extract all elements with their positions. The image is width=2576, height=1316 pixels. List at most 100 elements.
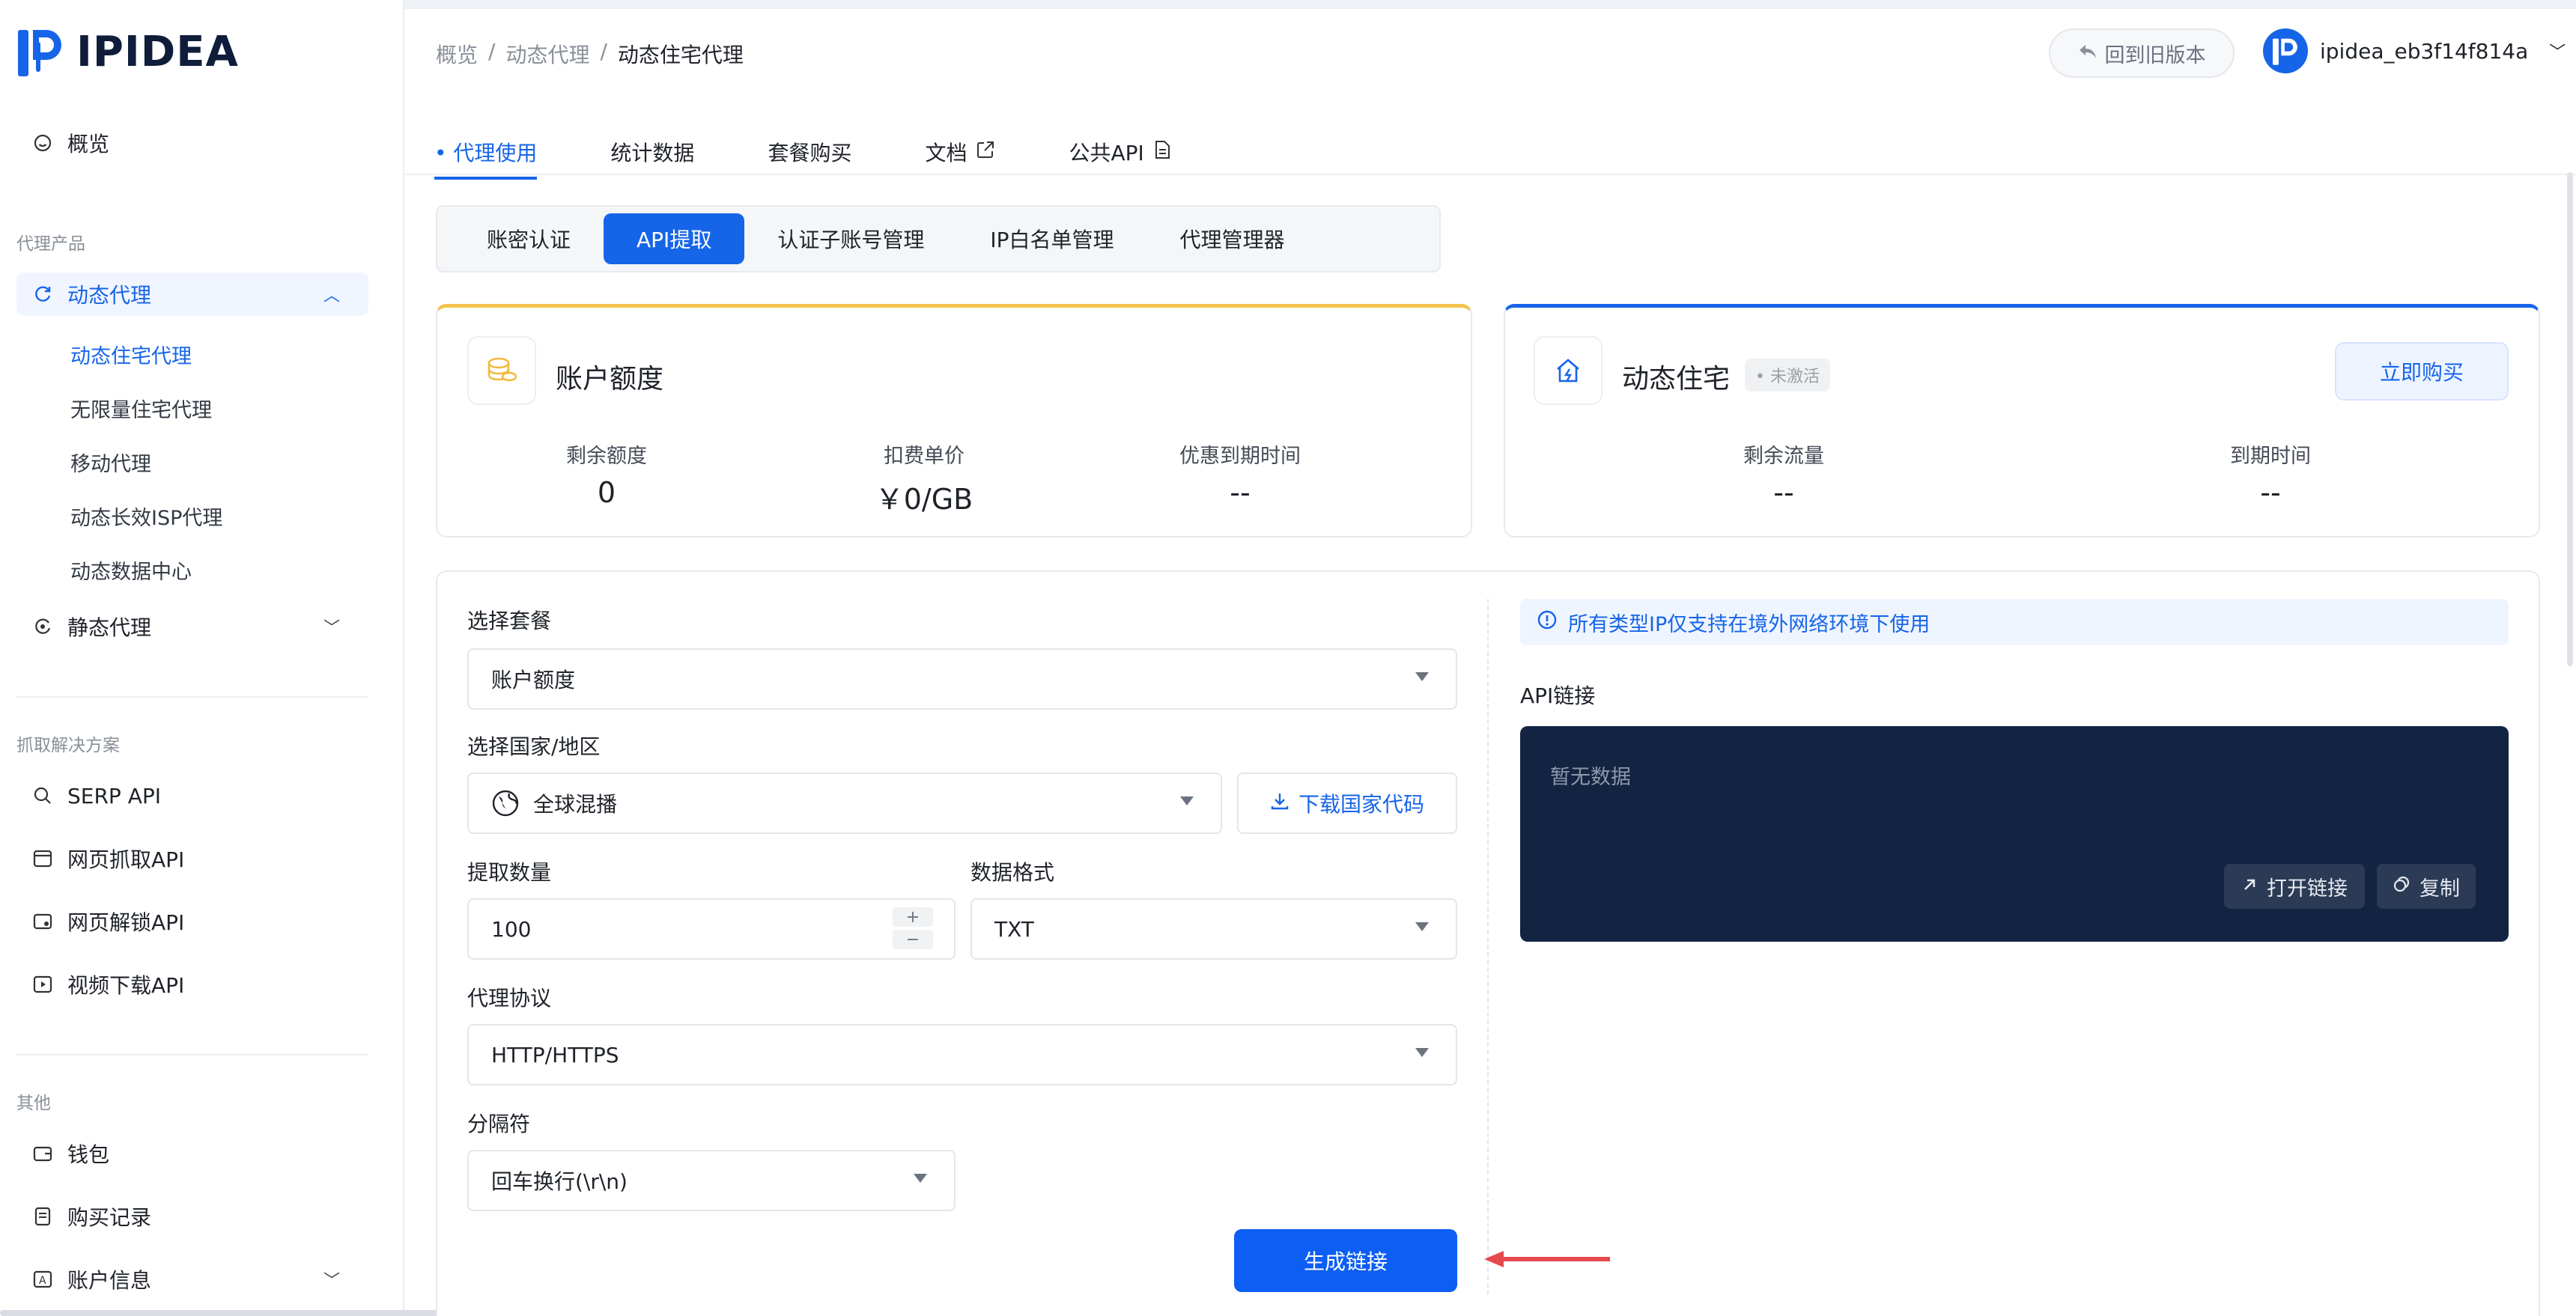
dynamic-residential-card: 动态住宅 • 未激活 立即购买 剩余流量 -- 到期时间 -- — [1504, 304, 2540, 537]
sidebar-sub-mobile[interactable]: 移动代理 — [70, 448, 151, 477]
protocol-select[interactable]: HTTP/HTTPS — [467, 1024, 1457, 1085]
sidebar-item-unlocker-api[interactable]: 网页解锁API — [16, 900, 368, 943]
country-select[interactable]: 全球混播 — [467, 773, 1222, 834]
vertical-scrollbar[interactable] — [2567, 172, 2573, 666]
buy-now-button[interactable]: 立即购买 — [2335, 342, 2509, 400]
segment-proxy-manager[interactable]: 代理管理器 — [1147, 213, 1318, 264]
download-country-codes-button[interactable]: 下载国家代码 — [1237, 773, 1457, 834]
api-empty-text: 暂无数据 — [1550, 766, 1631, 789]
segment-sub-account[interactable]: 认证子账号管理 — [744, 213, 957, 264]
protocol-select-value: HTTP/HTTPS — [491, 1042, 619, 1067]
sidebar-divider — [16, 696, 368, 698]
sidebar-item-account-info[interactable]: A 账户信息 ﹀ — [16, 1258, 368, 1301]
tab-statistics[interactable]: 统计数据 — [610, 133, 694, 171]
stat-label: 到期时间 — [2230, 445, 2311, 468]
tab-proxy-usage[interactable]: • 代理使用 — [434, 133, 538, 180]
extraction-method-segments: 账密认证 API提取 认证子账号管理 IP白名单管理 代理管理器 — [436, 205, 1441, 272]
unlock-icon — [33, 912, 52, 931]
sidebar-item-label: 购买记录 — [67, 1205, 152, 1230]
sidebar-item-orders[interactable]: 购买记录 — [16, 1195, 368, 1238]
open-link-label: 打开链接 — [2267, 877, 2348, 901]
package-label: 选择套餐 — [467, 609, 552, 633]
sidebar-item-label: 网页抓取API — [67, 847, 185, 872]
tab-package-purchase[interactable]: 套餐购买 — [768, 133, 851, 171]
sidebar-sub-residential[interactable]: 动态住宅代理 — [70, 340, 192, 369]
stat-discount-expiry: 优惠到期时间 -- — [1120, 439, 1360, 509]
group-label-proxy: 代理产品 — [16, 234, 85, 254]
download-icon — [1270, 791, 1289, 816]
api-link-label: API链接 — [1520, 683, 1596, 708]
sidebar-sub-datacenter[interactable]: 动态数据中心 — [70, 555, 192, 585]
tab-docs[interactable]: 文档 — [925, 133, 995, 171]
video-icon — [33, 975, 52, 994]
red-arrow-annotation — [1483, 1246, 1612, 1275]
logo[interactable]: IPIDEA — [18, 27, 239, 76]
stat-expiry-time: 到期时间 -- — [2151, 439, 2390, 509]
tab-label: 套餐购买 — [768, 141, 852, 165]
sidebar-item-scraper-api[interactable]: 网页抓取API — [16, 837, 368, 880]
coins-icon — [467, 336, 536, 405]
id-card-icon: A — [33, 1270, 52, 1289]
stat-value: ￥0/GB — [875, 483, 973, 516]
quantity-stepper[interactable]: 100 + − — [467, 898, 956, 960]
sidebar-item-label: 网页解锁API — [67, 910, 185, 935]
sidebar-divider — [16, 1054, 368, 1055]
open-link-button[interactable]: 打开链接 — [2224, 864, 2365, 909]
country-select-value: 全球混播 — [533, 792, 618, 817]
document-icon — [1153, 140, 1171, 165]
sidebar-item-overview[interactable]: 概览 — [16, 121, 368, 165]
residential-house-icon — [1534, 336, 1603, 405]
generate-link-button[interactable]: 生成链接 — [1234, 1229, 1457, 1292]
package-select[interactable]: 账户额度 — [467, 648, 1457, 710]
notice-text: 所有类型IP仅支持在境外网络环境下使用 — [1568, 612, 1931, 636]
copy-button[interactable]: 复制 — [2377, 864, 2476, 909]
breadcrumb-overview[interactable]: 概览 — [436, 39, 478, 69]
segment-api-extract[interactable]: API提取 — [604, 213, 745, 264]
decrement-button[interactable]: − — [893, 930, 933, 949]
card-title: 账户额度 — [556, 364, 664, 395]
increment-button[interactable]: + — [893, 907, 933, 927]
download-button-label: 下载国家代码 — [1298, 792, 1424, 817]
breadcrumb-separator: / — [488, 39, 496, 64]
sidebar-item-label: 账户信息 — [67, 1268, 152, 1293]
sidebar-item-wallet[interactable]: 钱包 — [16, 1132, 368, 1175]
group-label-other: 其他 — [16, 1094, 51, 1113]
user-menu[interactable]: ipidea_eb3f14f814a ﹀ — [2263, 28, 2566, 73]
group-label-scrape: 抓取解决方案 — [16, 736, 120, 755]
back-to-old-version-button[interactable]: 回到旧版本 — [2049, 28, 2235, 78]
caret-down-icon — [1180, 796, 1194, 805]
reply-icon — [2078, 42, 2097, 65]
external-link-icon — [976, 140, 995, 165]
segment-password-auth[interactable]: 账密认证 — [454, 213, 604, 264]
quantity-label: 提取数量 — [467, 860, 552, 885]
sidebar: IPIDEA 概览 代理产品 动态代理 ︿ 动态住宅代理 无限量住宅代理 移动代… — [0, 0, 404, 1316]
refresh-icon — [33, 284, 52, 304]
separator-select[interactable]: 回车换行(\r\n) — [467, 1150, 956, 1211]
stat-remaining-traffic: 剩余流量 -- — [1664, 439, 1904, 509]
sidebar-sub-unlimited[interactable]: 无限量住宅代理 — [70, 394, 212, 423]
format-select[interactable]: TXT — [970, 898, 1457, 960]
smile-icon — [33, 133, 52, 153]
sidebar-item-dynamic-proxy[interactable]: 动态代理 ︿ — [16, 272, 368, 316]
caret-down-icon — [1415, 672, 1429, 681]
main-tabs: • 代理使用 统计数据 套餐购买 文档 公共API — [434, 133, 1245, 180]
search-icon — [33, 786, 52, 805]
browser-icon — [33, 849, 52, 868]
wallet-icon — [33, 1144, 52, 1163]
sidebar-item-static-proxy[interactable]: 静态代理 ﹀ — [16, 605, 368, 648]
account-balance-card: 账户额度 剩余额度 0 扣费单价 ￥0/GB 优惠到期时间 -- — [436, 304, 1472, 537]
sidebar-item-label: 概览 — [67, 132, 110, 156]
breadcrumb-dynamic-proxy[interactable]: 动态代理 — [505, 39, 589, 69]
sidebar-item-serp-api[interactable]: SERP API — [16, 774, 368, 817]
caret-down-icon — [1415, 1048, 1429, 1057]
quantity-value: 100 — [491, 916, 532, 942]
breadcrumb-current: 动态住宅代理 — [617, 43, 744, 67]
arrow-up-right-icon — [2241, 875, 2258, 898]
sidebar-item-video-api[interactable]: 视频下载API — [16, 963, 368, 1006]
sidebar-sub-isp[interactable]: 动态长效ISP代理 — [70, 502, 222, 531]
tab-public-api[interactable]: 公共API — [1069, 133, 1170, 171]
stat-label: 优惠到期时间 — [1179, 445, 1301, 468]
segment-ip-whitelist[interactable]: IP白名单管理 — [957, 213, 1146, 264]
sidebar-item-label: 钱包 — [67, 1142, 110, 1167]
stat-label: 扣费单价 — [884, 445, 965, 468]
